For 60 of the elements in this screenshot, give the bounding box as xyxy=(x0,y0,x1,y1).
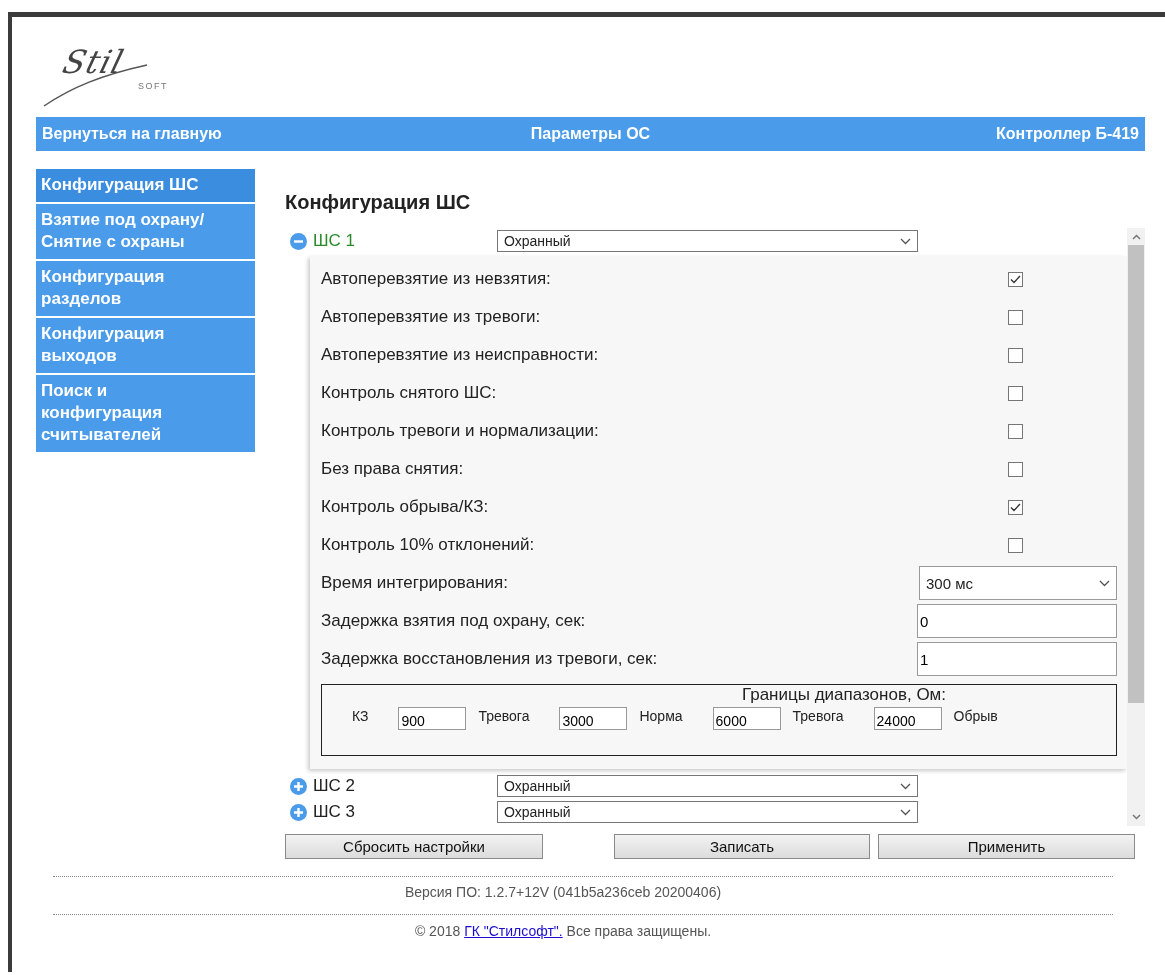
logo-subtext: SOFT xyxy=(138,81,168,91)
checkbox[interactable] xyxy=(1008,537,1023,553)
setting-label: Контроль обрыва/КЗ: xyxy=(321,497,489,517)
expand-icon[interactable] xyxy=(290,777,307,795)
range-label: Тревога xyxy=(478,708,530,724)
setting-label: Задержка взятия под охрану, сек: xyxy=(321,611,586,631)
checkbox[interactable] xyxy=(1008,347,1023,363)
loop-type-dropdown[interactable]: Охранный xyxy=(497,801,918,823)
setting-label: Автоперевзятие из неисправности: xyxy=(321,345,599,365)
loop-type-dropdown[interactable]: Охранный xyxy=(497,230,918,252)
scroll-up-icon[interactable] xyxy=(1131,234,1141,240)
scrollbar[interactable] xyxy=(1127,228,1145,826)
setting-label: Контроль 10% отклонений: xyxy=(321,535,535,555)
chevron-down-icon xyxy=(900,782,911,790)
chevron-down-icon xyxy=(900,808,911,816)
input-field[interactable]: 6000 xyxy=(712,707,781,730)
input-field[interactable]: 900 xyxy=(398,707,467,730)
checkbox[interactable] xyxy=(1008,423,1023,439)
page-heading: Параметры ОС xyxy=(530,125,651,143)
ranges-title: Границы диапазонов, Ом: xyxy=(740,685,948,705)
scrollbar-thumb[interactable] xyxy=(1128,245,1144,703)
logo-text: Stil xyxy=(58,43,129,81)
input-field[interactable]: 1 xyxy=(917,642,1117,676)
setting-label: Автоперевзятие из тревоги: xyxy=(321,307,541,327)
range-label: Обрыв xyxy=(953,708,998,724)
action-button[interactable]: Записать xyxy=(614,834,870,859)
range-label: КЗ xyxy=(352,708,369,724)
checkbox[interactable] xyxy=(1008,271,1023,287)
checkbox[interactable] xyxy=(1008,499,1023,515)
range-label: Тревога xyxy=(792,708,844,724)
action-button[interactable]: Применить xyxy=(878,834,1135,859)
action-button[interactable]: Сбросить настройки xyxy=(285,834,543,859)
time-dropdown[interactable]: 300 мс xyxy=(919,566,1117,600)
checkbox[interactable] xyxy=(1008,461,1023,477)
device-name: Контроллер Б-419 xyxy=(996,125,1139,143)
setting-label: Без права снятия: xyxy=(321,459,464,479)
expand-icon[interactable] xyxy=(290,803,307,821)
chevron-down-icon xyxy=(1099,579,1110,587)
setting-label: Время интегрирования: xyxy=(321,573,508,593)
checkbox[interactable] xyxy=(1008,309,1023,325)
version-text: Версия ПО: 1.2.7+12V (041b5a236ceb 20200406) xyxy=(404,884,722,900)
collapse-icon[interactable] xyxy=(290,232,307,250)
company-link[interactable]: ГК "Стилсофт". xyxy=(464,923,563,939)
input-field[interactable]: 24000 xyxy=(873,707,942,730)
setting-label: Автоперевзятие из невзятия: xyxy=(321,269,551,289)
scroll-down-icon[interactable] xyxy=(1131,814,1141,820)
checkbox[interactable] xyxy=(1008,385,1023,401)
loop-label: ШС 1 xyxy=(313,231,357,251)
setting-label: Контроль снятого ШС: xyxy=(321,383,497,403)
input-field[interactable]: 3000 xyxy=(559,707,628,730)
loop-type-dropdown[interactable]: Охранный xyxy=(497,775,918,797)
loop-label: ШС 2 xyxy=(313,776,357,796)
section-title: Конфигурация ШС xyxy=(285,191,472,214)
setting-label: Контроль тревоги и нормализации: xyxy=(321,421,599,441)
input-field[interactable]: 0 xyxy=(917,604,1117,638)
setting-label: Задержка восстановления из тревоги, сек: xyxy=(321,649,658,669)
loop-label: ШС 3 xyxy=(313,802,357,822)
chevron-down-icon xyxy=(900,237,911,245)
copyright-text: © 2018 ГК "Стилсофт". Все права защищены. xyxy=(414,923,712,939)
range-label: Норма xyxy=(639,708,683,724)
